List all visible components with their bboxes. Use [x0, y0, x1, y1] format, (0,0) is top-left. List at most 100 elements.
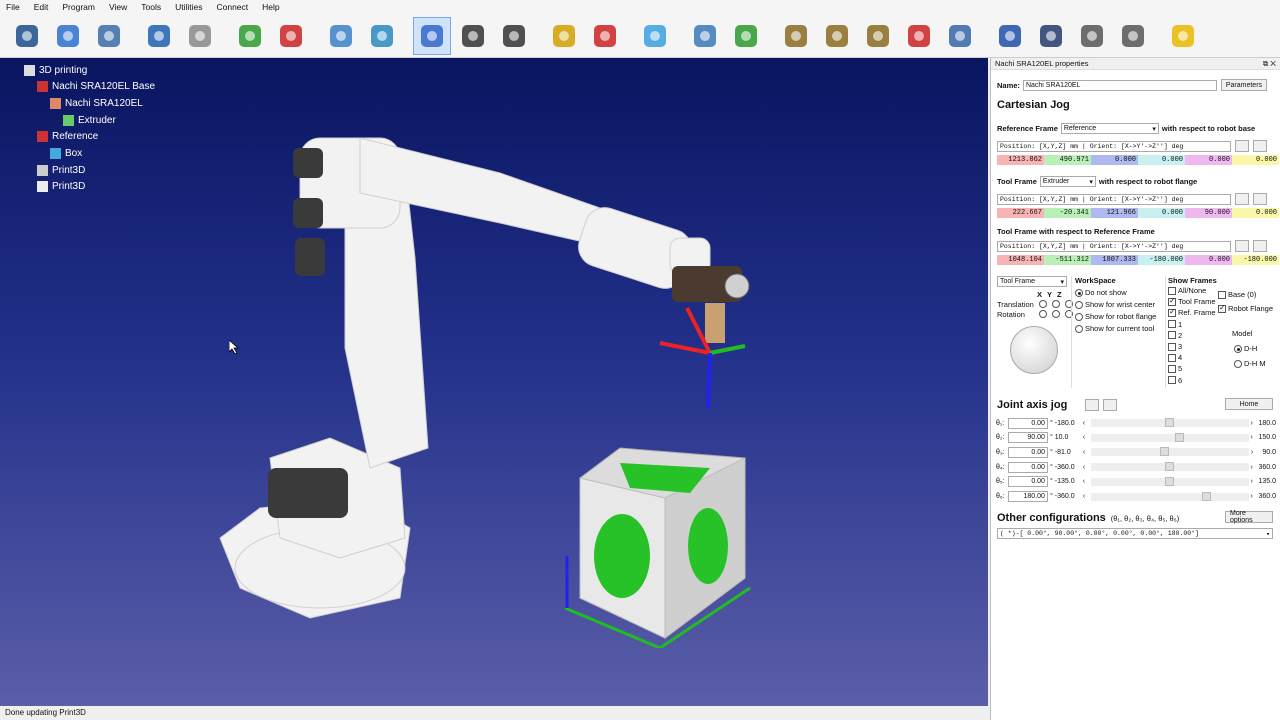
joint-value-input[interactable]: 180.00: [1007, 491, 1048, 502]
value-cell[interactable]: 90.000: [1185, 208, 1232, 218]
menu-file[interactable]: File: [6, 2, 20, 12]
paste-icon[interactable]: [1253, 240, 1267, 252]
joint-value-input[interactable]: 0.00: [1007, 417, 1048, 429]
joint-value-input[interactable]: 0.00: [1007, 461, 1048, 473]
select-rotate-icon[interactable]: [495, 17, 533, 55]
collision-flag-icon[interactable]: [586, 17, 624, 55]
name-input[interactable]: Nachi SRA120EL: [1022, 79, 1217, 91]
chevron-left-icon[interactable]: ‹: [1083, 420, 1091, 427]
value-cell[interactable]: 1213.862: [997, 155, 1044, 165]
tree-item[interactable]: Extruder: [63, 112, 116, 128]
frame-checkbox[interactable]: 6: [1168, 375, 1279, 386]
toolref-values-row[interactable]: 1048.104 -511.312 1807.333 -180.000 0.000 -18…: [997, 255, 1279, 265]
value-cell[interactable]: 0.000: [1185, 155, 1232, 165]
paste-icon[interactable]: [1253, 140, 1267, 152]
paste-icon[interactable]: [1253, 193, 1267, 205]
joint-value-input[interactable]: 90.00: [1007, 432, 1048, 444]
pick-icon[interactable]: [900, 17, 938, 55]
toolref-format-select[interactable]: Position: [X,Y,Z] mm | Orient: [X->Y'->Z…: [997, 240, 1231, 252]
workspace-radio[interactable]: Show for wrist center: [1075, 300, 1163, 309]
joint-slider[interactable]: [1090, 432, 1249, 443]
tool-values-row[interactable]: 222.667 -20.341 121.966 0.000 90.000 0.000: [997, 208, 1279, 218]
fit-all-icon[interactable]: [322, 17, 360, 55]
value-cell[interactable]: 222.667: [997, 208, 1044, 218]
3d-viewport[interactable]: 3D printing Nachi SRA120EL Base Nachi SRA1…: [0, 58, 988, 706]
menu-utilities[interactable]: Utilities: [175, 2, 202, 12]
chevron-left-icon[interactable]: ‹: [1083, 493, 1091, 500]
configuration-select[interactable]: ( *)-[ 0.00°, 90.00°, 0.00°, 0.00°, 0.00…: [997, 528, 1273, 539]
frame-checkbox[interactable]: 3: [1168, 341, 1279, 352]
menu-help[interactable]: Help: [262, 2, 279, 12]
ref-frame-select[interactable]: Reference ▾: [1060, 123, 1159, 134]
value-cell[interactable]: 0.000: [1091, 155, 1138, 165]
chevron-right-icon[interactable]: ›: [1250, 478, 1258, 485]
value-cell[interactable]: -20.341: [1044, 208, 1091, 218]
paste-icon[interactable]: [1103, 399, 1117, 411]
rotation-radios[interactable]: [1039, 310, 1075, 318]
undo-icon[interactable]: [140, 17, 178, 55]
copy-icon[interactable]: [1235, 140, 1249, 152]
value-cell[interactable]: 0.000: [1138, 208, 1185, 218]
tool-frame-select[interactable]: Extruder ▾: [1039, 176, 1096, 187]
jog-dial[interactable]: [1010, 326, 1058, 374]
chevron-left-icon[interactable]: ‹: [1083, 434, 1091, 441]
jog-frame-select[interactable]: Tool Frame ▾: [997, 276, 1067, 287]
value-cell[interactable]: 0.000: [1232, 208, 1279, 218]
copy-icon[interactable]: [1235, 193, 1249, 205]
add-program-icon[interactable]: [727, 17, 765, 55]
frame-checkbox[interactable]: 2: [1168, 330, 1279, 341]
joint-slider[interactable]: [1090, 418, 1249, 428]
menu-edit[interactable]: Edit: [34, 2, 49, 12]
save-icon[interactable]: [90, 17, 128, 55]
workspace-radio[interactable]: Show for current tool: [1075, 324, 1163, 333]
robot-flange-checkbox[interactable]: Robot Flange: [1218, 303, 1273, 313]
chevron-left-icon[interactable]: ‹: [1083, 464, 1091, 471]
model-dh-radio[interactable]: D-H: [1234, 344, 1257, 353]
python-icon[interactable]: [686, 17, 724, 55]
translation-radios[interactable]: [1039, 300, 1075, 308]
add-frame-icon[interactable]: [231, 17, 269, 55]
tree-item[interactable]: Box: [50, 146, 82, 162]
print-box[interactable]: [560, 438, 760, 648]
menu-program[interactable]: Program: [62, 2, 95, 12]
joint-slider[interactable]: [1090, 447, 1249, 457]
chevron-right-icon[interactable]: ›: [1250, 434, 1258, 441]
tree-item[interactable]: 3D printing: [24, 62, 87, 78]
open-icon[interactable]: [8, 17, 46, 55]
chevron-left-icon[interactable]: ‹: [1083, 449, 1091, 456]
chevron-right-icon[interactable]: ›: [1250, 493, 1258, 500]
copy-icon[interactable]: [1085, 399, 1099, 411]
menu-connect[interactable]: Connect: [216, 2, 248, 12]
chevron-right-icon[interactable]: ›: [1251, 449, 1259, 456]
joint-value-input[interactable]: 0.00: [1007, 476, 1048, 488]
value-cell[interactable]: -180.000: [1138, 255, 1185, 265]
info-icon[interactable]: [991, 17, 1029, 55]
refresh-icon[interactable]: [1114, 17, 1152, 55]
move-joint-icon[interactable]: [777, 17, 815, 55]
move-linear-icon[interactable]: [818, 17, 856, 55]
joint-slider[interactable]: [1090, 476, 1249, 487]
ref-format-select[interactable]: Position: [X,Y,Z] mm | Orient: [X->Y'->Z…: [997, 140, 1231, 152]
menu-view[interactable]: View: [109, 2, 127, 12]
package-icon[interactable]: [1164, 17, 1202, 55]
collision-icon[interactable]: [545, 17, 583, 55]
redo-icon[interactable]: [181, 17, 219, 55]
model-dhm-radio[interactable]: D-H M: [1234, 359, 1266, 368]
value-cell[interactable]: 1048.104: [997, 255, 1044, 265]
parameters-button[interactable]: Parameters: [1220, 79, 1267, 91]
select-icon[interactable]: [413, 16, 451, 55]
tree-item[interactable]: Nachi SRA120EL: [50, 95, 143, 111]
move-circular-icon[interactable]: [859, 17, 897, 55]
joint-slider[interactable]: [1090, 462, 1249, 472]
frame-checkbox[interactable]: 1: [1168, 319, 1279, 330]
value-cell[interactable]: 0.000: [1138, 155, 1185, 165]
chevron-right-icon[interactable]: ›: [1250, 420, 1258, 427]
tree-item[interactable]: Print3D: [37, 179, 85, 195]
pause-icon[interactable]: [1032, 17, 1070, 55]
ref-values-row[interactable]: 1213.862 490.971 0.000 0.000 0.000 0.000: [997, 155, 1279, 165]
base-checkbox[interactable]: Base (0): [1218, 290, 1256, 299]
add-target-icon[interactable]: [272, 17, 310, 55]
value-cell[interactable]: 121.966: [1091, 208, 1138, 218]
globe-icon[interactable]: [49, 17, 87, 55]
value-cell[interactable]: -180.000: [1232, 255, 1279, 265]
